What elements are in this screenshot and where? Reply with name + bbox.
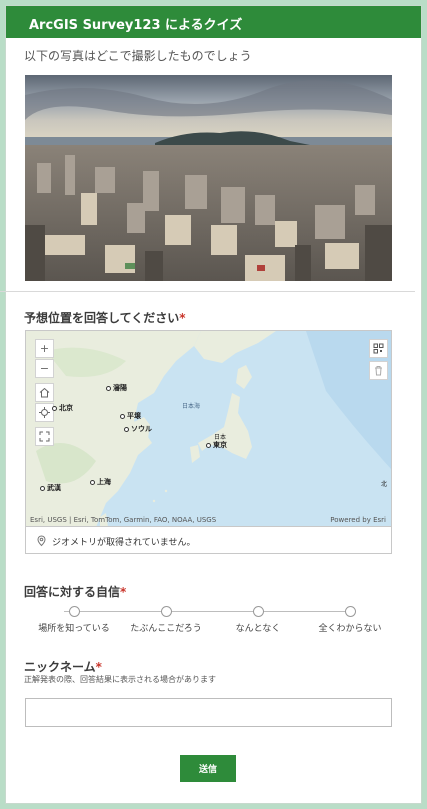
zoom-in-button[interactable]: + bbox=[35, 339, 54, 358]
required-marker: * bbox=[95, 660, 102, 674]
map-label-tokyo: 東京 bbox=[206, 440, 227, 450]
confidence-option-4-radio[interactable] bbox=[345, 606, 356, 617]
qr-code-icon bbox=[373, 343, 384, 354]
map-powered-by[interactable]: Powered by Esri bbox=[330, 516, 386, 524]
map-label-seoul: ソウル bbox=[124, 424, 152, 434]
map-label-shanghai: 上海 bbox=[90, 477, 111, 487]
fullscreen-icon bbox=[39, 431, 50, 442]
map-label-pyongyang: 平壌 bbox=[120, 411, 141, 421]
trash-icon bbox=[375, 366, 382, 376]
required-marker: * bbox=[179, 311, 186, 325]
delete-button[interactable] bbox=[369, 361, 388, 380]
map-label-north: 北 bbox=[381, 481, 388, 488]
question-location-label: 予想位置を回答してください* bbox=[24, 311, 186, 325]
question-photo-label: 以下の写真はどこで撮影したものでしょう bbox=[24, 49, 252, 63]
home-icon bbox=[39, 387, 50, 398]
confidence-option-2-label[interactable]: たぶんここだろう bbox=[116, 621, 216, 634]
map-label-shenyang: 瀋陽 bbox=[106, 383, 127, 393]
locate-icon bbox=[39, 407, 50, 418]
nickname-input[interactable] bbox=[25, 698, 392, 727]
confidence-option-1-radio[interactable] bbox=[69, 606, 80, 617]
qr-scan-button[interactable] bbox=[369, 339, 388, 358]
required-marker: * bbox=[120, 585, 127, 599]
map-view[interactable]: + − 北京 瀋陽 平壌 ソウル 日本海 日本 東京 武漢 上海 北 Esri,… bbox=[25, 330, 392, 526]
question-nickname-label: ニックネーム* bbox=[24, 660, 102, 674]
nickname-hint: 正解発表の際、回答結果に表示される場合があります bbox=[24, 675, 216, 684]
geometry-status-text: ジオメトリが取得されていません。 bbox=[52, 538, 196, 548]
geometry-status: ジオメトリが取得されていません。 bbox=[25, 526, 392, 554]
section-divider bbox=[0, 291, 415, 292]
form-header: ArcGIS Survey123 によるクイズ bbox=[6, 6, 421, 38]
question-confidence-label: 回答に対する自信* bbox=[24, 585, 127, 599]
city-photo bbox=[25, 75, 392, 281]
map-label-sea-of-japan: 日本海 bbox=[182, 403, 201, 410]
confidence-option-4-label[interactable]: 全くわからない bbox=[300, 621, 400, 634]
likert-track bbox=[64, 611, 346, 612]
location-pin-icon bbox=[37, 535, 46, 547]
fullscreen-button[interactable] bbox=[35, 427, 54, 446]
home-button[interactable] bbox=[35, 383, 54, 402]
map-attribution[interactable]: Esri, USGS | Esri, TomTom, Garmin, FAO, … bbox=[30, 516, 216, 524]
map-label-beijing: 北京 bbox=[52, 403, 73, 413]
confidence-option-3-label[interactable]: なんとなく bbox=[208, 621, 308, 634]
submit-button[interactable]: 送信 bbox=[180, 755, 236, 782]
form-title: ArcGIS Survey123 によるクイズ bbox=[29, 18, 243, 33]
confidence-option-3-radio[interactable] bbox=[253, 606, 264, 617]
confidence-option-2-radio[interactable] bbox=[161, 606, 172, 617]
zoom-out-button[interactable]: − bbox=[35, 359, 54, 378]
map-label-wuhan: 武漢 bbox=[40, 483, 61, 493]
confidence-option-1-label[interactable]: 場所を知っている bbox=[24, 621, 124, 634]
